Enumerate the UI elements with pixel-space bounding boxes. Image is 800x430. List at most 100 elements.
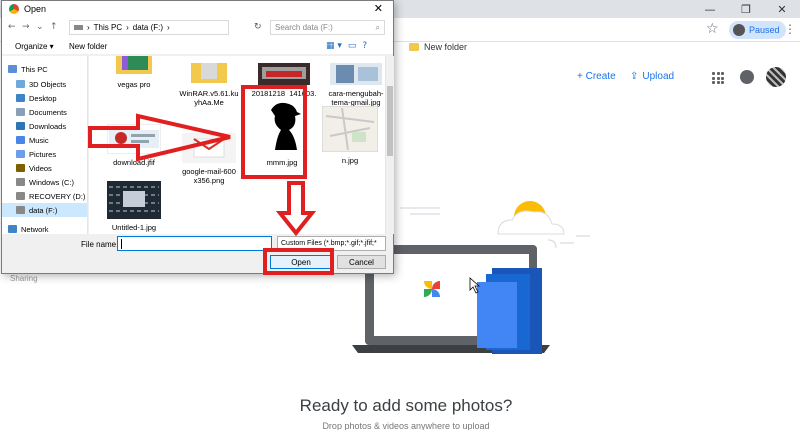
search-input[interactable]: Search data (F:) ⌕: [270, 20, 385, 35]
file-item-untitled-1[interactable]: Untitled-1.jpg: [99, 181, 169, 232]
nav-item-pictures[interactable]: Pictures: [16, 147, 56, 161]
map-thumbnail: [321, 105, 379, 153]
dialog-title-bar: Open ✕: [2, 1, 393, 18]
up-arrow-icon[interactable]: ↑: [50, 22, 58, 32]
bookmark-star-icon[interactable]: ☆: [706, 21, 719, 37]
videos-icon: [16, 164, 25, 172]
address-bar[interactable]: › This PC › data (F:) ›: [69, 20, 229, 35]
file-name: cara-mengubah- tema-gmail.jpg: [328, 89, 384, 107]
file-name: vegas pro: [117, 80, 151, 89]
file-type-select[interactable]: Custom Files (*.bmp;*.gif;*.jfif;*: [277, 236, 386, 251]
browser-menu-icon[interactable]: ⋮: [784, 22, 796, 36]
organize-button[interactable]: Organize ▾: [15, 42, 54, 51]
nav-item-documents[interactable]: Documents: [16, 105, 67, 119]
folder-icon: [116, 56, 152, 74]
pictures-icon: [16, 150, 25, 158]
help-icon[interactable]: ?: [362, 41, 367, 51]
apps-grid-icon[interactable]: [712, 72, 724, 84]
account-avatar[interactable]: [766, 67, 786, 87]
3d-objects-icon: [16, 80, 25, 88]
nav-item-network[interactable]: Network: [8, 222, 49, 234]
nav-item-windows-c[interactable]: Windows (C:): [16, 175, 74, 189]
cancel-button[interactable]: Cancel: [337, 255, 386, 269]
scrollbar-thumb[interactable]: [387, 86, 393, 156]
file-name: google-mail-600 x356.png: [182, 167, 236, 185]
file-item-mmm-jpg[interactable]: mmm.jpg: [247, 96, 317, 167]
breadcrumb-sep: ›: [87, 23, 90, 32]
history-dropdown-icon[interactable]: ⌄: [36, 22, 44, 32]
notifications-icon[interactable]: [740, 70, 754, 84]
empty-state-hint: Drop photos & videos anywhere to upload: [322, 421, 490, 430]
nav-item-3d-objects[interactable]: 3D Objects: [16, 77, 66, 91]
computer-icon: [8, 65, 17, 73]
nav-item-label: Pictures: [29, 149, 57, 159]
nav-item-music[interactable]: Music: [16, 133, 49, 147]
image-thumbnail: [330, 63, 382, 85]
dialog-toolbar: Organize ▾ New folder ▦ ▾ ▭ ?: [2, 38, 393, 55]
profile-status: Paused: [749, 25, 780, 35]
nav-item-label: Downloads: [29, 121, 67, 131]
file-list-scrollbar[interactable]: [385, 56, 394, 234]
breadcrumb-sep: ›: [167, 23, 170, 32]
address-row: ← → ⌄ ↑ › This PC › data (F:) › ↻ Search…: [2, 18, 393, 38]
upload-button[interactable]: ⇪ Upload: [630, 71, 674, 82]
file-name-input[interactable]: [117, 236, 272, 251]
refresh-icon[interactable]: ↻: [254, 22, 262, 32]
nav-item-label: RECOVERY (D:): [29, 191, 86, 201]
upload-label: Upload: [642, 71, 675, 82]
drive-icon: [74, 25, 83, 30]
new-folder-button[interactable]: New folder: [69, 42, 107, 51]
desktop-icon: [16, 94, 25, 102]
close-window-button[interactable]: ✕: [764, 0, 800, 18]
open-button[interactable]: Open: [270, 255, 332, 269]
silhouette-thumbnail: [259, 96, 305, 154]
documents-icon: [16, 108, 25, 116]
image-thumbnail: [182, 133, 236, 163]
nav-item-recovery-d[interactable]: RECOVERY (D:): [16, 189, 85, 203]
file-item-vegas-pro[interactable]: vegas pro: [99, 56, 169, 89]
music-icon: [16, 136, 25, 144]
nav-item-downloads[interactable]: Downloads: [16, 119, 66, 133]
preview-pane-icon[interactable]: ▭: [348, 41, 357, 51]
file-name: download.jfif: [113, 158, 155, 167]
breadcrumb-this-pc[interactable]: This PC: [94, 23, 122, 32]
text-caret: [121, 239, 122, 249]
nav-item-this-pc[interactable]: This PC: [8, 62, 48, 76]
breadcrumb-drive[interactable]: data (F:): [133, 23, 163, 32]
file-name: WinRAR.v5.61.ku yhAa.Me: [179, 89, 239, 107]
folder-icon: [191, 63, 227, 83]
create-button[interactable]: + Create: [577, 71, 616, 82]
nav-item-label: data (F:): [29, 205, 58, 215]
minimize-button[interactable]: —: [692, 0, 728, 18]
view-mode-icon[interactable]: ▦ ▾: [326, 41, 342, 51]
folder-icon: [409, 43, 419, 51]
window-controls: — ❐ ✕: [692, 0, 800, 18]
nav-item-desktop[interactable]: Desktop: [16, 91, 57, 105]
image-thumbnail: [106, 123, 162, 155]
nav-item-label: 3D Objects: [29, 79, 67, 89]
file-item-winrar[interactable]: WinRAR.v5.61.ku yhAa.Me: [174, 56, 244, 116]
nav-item-label: This PC: [21, 64, 48, 74]
back-arrow-icon[interactable]: ←: [8, 22, 16, 32]
forward-arrow-icon[interactable]: →: [22, 22, 30, 32]
nav-item-label: Windows (C:): [29, 177, 75, 187]
nav-item-label: Network: [21, 224, 49, 234]
file-item-n-jpg[interactable]: n.jpg: [315, 105, 385, 165]
bookmark-folder[interactable]: New folder: [409, 42, 467, 52]
restore-button[interactable]: ❐: [728, 0, 764, 18]
bookmark-folder-label: New folder: [424, 42, 468, 52]
upload-icon: ⇪: [630, 71, 639, 82]
sharing-nav-label[interactable]: Sharing: [10, 274, 38, 283]
nav-item-data-f[interactable]: data (F:): [2, 203, 87, 217]
profile-avatar: [733, 24, 745, 36]
nav-item-videos[interactable]: Videos: [16, 161, 52, 175]
dialog-close-button[interactable]: ✕: [374, 2, 383, 15]
nav-item-label: Documents: [29, 107, 67, 117]
image-thumbnail: [107, 181, 161, 219]
view-controls: ▦ ▾ ▭ ?: [326, 41, 367, 51]
file-name: n.jpg: [341, 156, 359, 165]
profile-button[interactable]: Paused: [729, 21, 786, 39]
file-item-google-mail[interactable]: google-mail-600 x356.png: [174, 124, 244, 194]
nav-item-label: Videos: [29, 163, 52, 173]
file-item-download-jfif[interactable]: download.jfif: [99, 123, 169, 167]
